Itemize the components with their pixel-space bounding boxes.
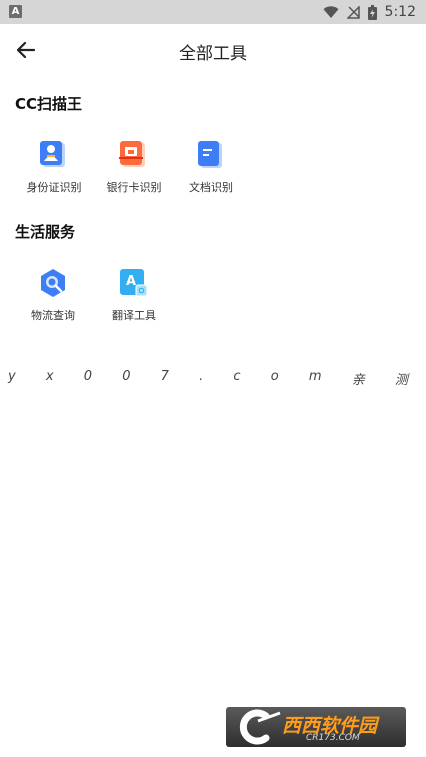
site-logo: 西西软件园 CR173.COM [226,707,406,747]
bank-card-icon [119,141,145,167]
tool-label: 银行卡识别 [106,181,162,194]
watermark-char: o [270,369,279,384]
translate-icon: A [120,269,148,297]
watermark-char: 0 [122,369,131,384]
document-icon [198,141,222,168]
svg-text:A: A [126,274,136,289]
signal-off-icon [346,5,360,19]
tool-logistics[interactable]: 物流查询 [13,268,93,323]
logistics-search-icon [41,269,65,297]
logo-c-icon [239,709,281,745]
notification-a-icon: A [9,5,22,18]
tool-label: 物流查询 [31,309,75,322]
wifi-icon [323,5,339,18]
tool-id-card[interactable]: 身份证识别 [14,140,94,195]
watermark-char: c [233,369,241,384]
tool-translate[interactable]: A 翻译工具 [94,268,174,323]
watermark-char: . [199,369,204,384]
watermark-char: 7 [160,369,169,384]
app-bar: 全部工具 [0,24,426,76]
tool-document[interactable]: 文档识别 [171,140,251,195]
tool-bank-card[interactable]: 银行卡识别 [94,140,174,195]
status-bar: A 5:12 [0,0,426,24]
tool-label: 身份证识别 [26,181,82,194]
section-title-scanner: CC扫描王 [15,95,83,113]
tool-label: 翻译工具 [112,309,156,322]
watermark-char: 测 [394,373,408,388]
status-time: 5:12 [384,4,416,20]
battery-charging-icon [367,4,377,20]
watermark-char: y [8,369,16,384]
watermark-char: 亲 [351,373,365,388]
watermark-char: 0 [83,369,93,384]
watermark-char: x [45,369,54,384]
section-title-life-services: 生活服务 [15,223,76,241]
id-card-icon [40,141,65,167]
page-title: 全部工具 [179,44,247,64]
tool-label: 文档识别 [189,181,233,194]
watermark-text: y x 0 0 7 . c o m 亲 测 [8,369,408,388]
logo-subtext: CR173.COM [306,733,360,743]
watermark-char: m [308,369,322,384]
status-icons: 5:12 [323,0,416,24]
